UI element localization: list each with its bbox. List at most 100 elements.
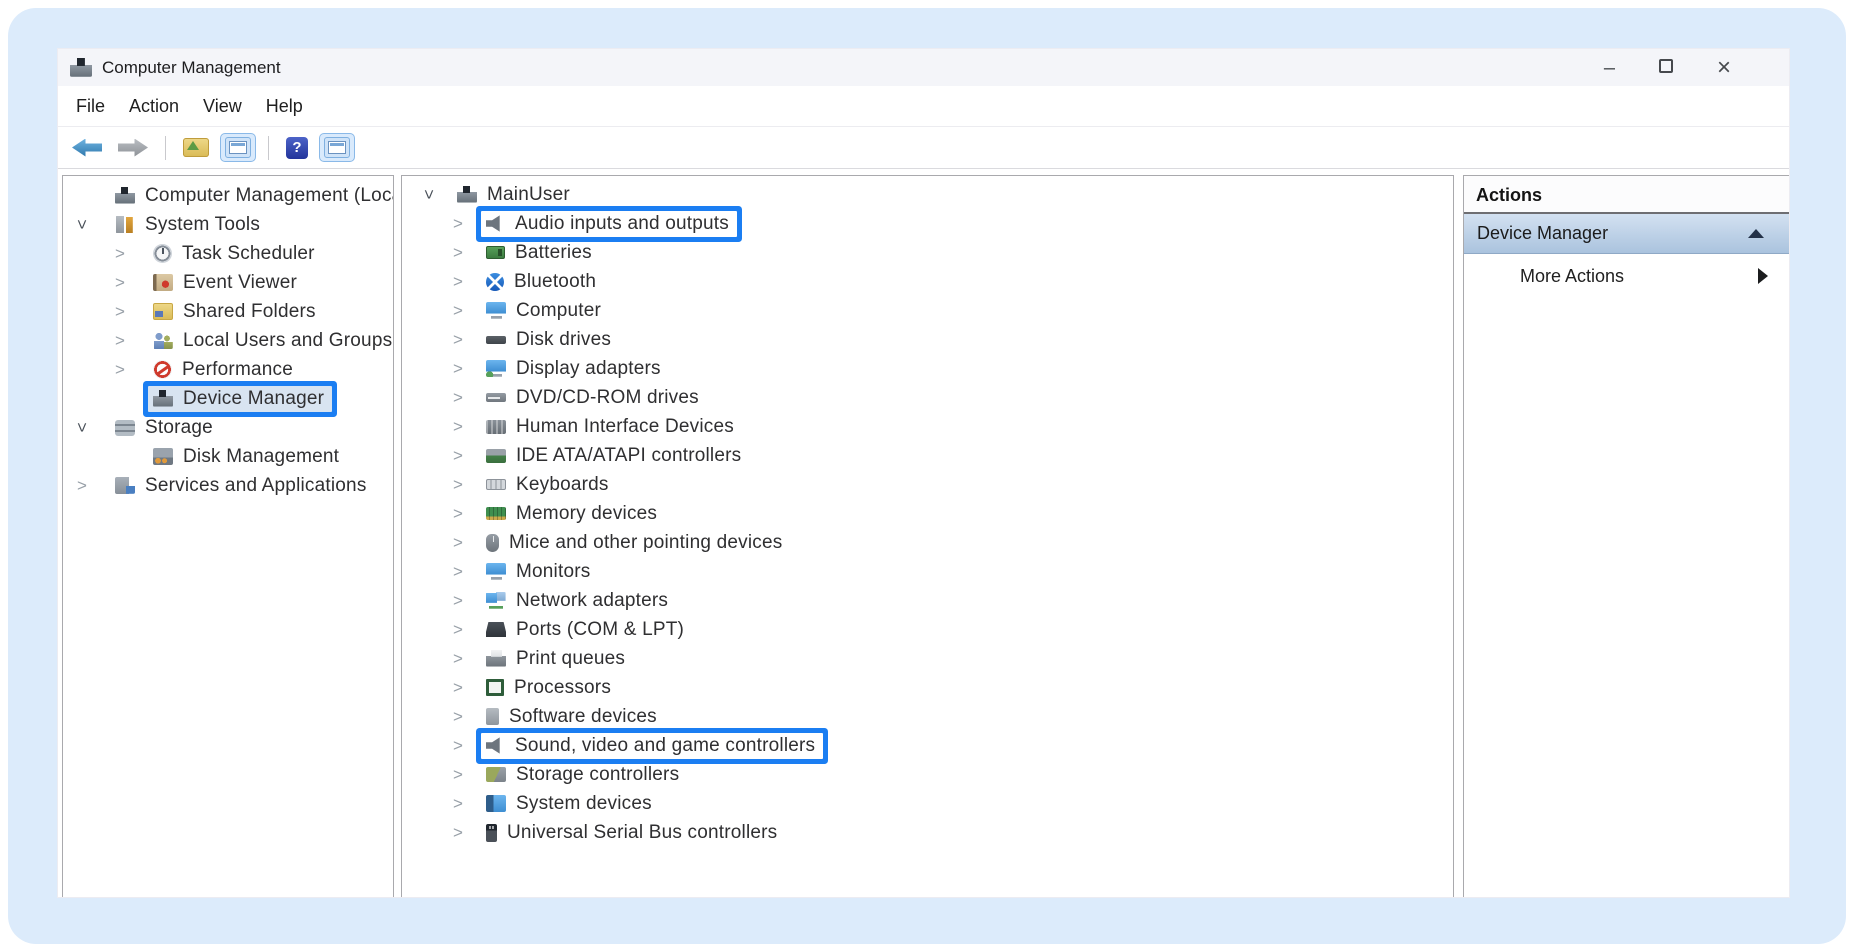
chevron-expanded-icon[interactable]: > <box>77 216 110 233</box>
tree-item-computer-management-local[interactable]: Computer Management (Local <box>63 181 393 210</box>
chevron-collapsed-icon[interactable]: > <box>453 621 481 638</box>
tree-item-label: Storage controllers <box>516 764 679 786</box>
more-actions-label: More Actions <box>1520 266 1624 287</box>
storage-controller-icon <box>486 767 506 782</box>
tree-item-mainuser[interactable]: >MainUser <box>402 180 1453 209</box>
menu-item-action[interactable]: Action <box>129 96 179 117</box>
toolbar-button-show-console-tree[interactable] <box>221 134 255 161</box>
tree-item-disk-management[interactable]: Disk Management <box>63 442 393 471</box>
tree-item-event-viewer[interactable]: >Event Viewer <box>63 268 393 297</box>
tree-item-dvd-cd-rom-drives[interactable]: >DVD/CD-ROM drives <box>402 383 1453 412</box>
tree-item-shared-folders[interactable]: >Shared Folders <box>63 297 393 326</box>
chevron-glyph: > <box>453 824 463 841</box>
minimize-button[interactable]: – <box>1604 58 1615 78</box>
tree-item-services-and-applications[interactable]: >Services and Applications <box>63 471 393 500</box>
window-title: Computer Management <box>102 58 281 78</box>
chevron-glyph: > <box>453 650 463 667</box>
tree-item-computer[interactable]: >Computer <box>402 296 1453 325</box>
menu-item-view[interactable]: View <box>203 96 242 117</box>
chevron-collapsed-icon[interactable]: > <box>453 824 481 841</box>
chevron-glyph: > <box>453 534 463 551</box>
tree-item-software-devices[interactable]: >Software devices <box>402 702 1453 731</box>
chevron-collapsed-icon[interactable]: > <box>453 505 481 522</box>
tree-item-system-devices[interactable]: >System devices <box>402 789 1453 818</box>
chevron-collapsed-icon[interactable]: > <box>453 679 481 696</box>
tree-item-universal-serial-bus-controllers[interactable]: > Universal Serial Bus controllers <box>402 818 1453 847</box>
chevron-collapsed-icon[interactable]: > <box>453 476 481 493</box>
tree-item-print-queues[interactable]: >Print queues <box>402 644 1453 673</box>
chevron-collapsed-icon[interactable]: > <box>453 592 481 609</box>
toolbar-button-forward-arrow[interactable] <box>114 136 152 160</box>
tree-item-sound-video-and-game-controllers[interactable]: > Sound, video and game controllers <box>402 731 1453 760</box>
tree-item-label: Universal Serial Bus controllers <box>507 822 777 844</box>
chevron-collapsed-icon[interactable]: > <box>453 708 481 725</box>
chevron-collapsed-icon[interactable]: > <box>453 563 481 580</box>
tree-item-system-tools[interactable]: >System Tools <box>63 210 393 239</box>
close-button[interactable]: × <box>1717 56 1731 80</box>
chevron-collapsed-icon[interactable]: > <box>453 215 481 232</box>
tree-item-storage[interactable]: >Storage <box>63 413 393 442</box>
chevron-collapsed-icon[interactable]: > <box>453 360 481 377</box>
chevron-collapsed-icon[interactable]: > <box>453 447 481 464</box>
chevron-collapsed-icon[interactable]: > <box>453 534 481 551</box>
chevron-expanded-icon[interactable]: > <box>77 419 110 436</box>
chevron-glyph: > <box>453 737 463 754</box>
more-actions-item[interactable]: More Actions <box>1464 254 1790 298</box>
tree-item-ide-ata-atapi-controllers[interactable]: >IDE ATA/ATAPI controllers <box>402 441 1453 470</box>
tree-item-core: IDE ATA/ATAPI controllers <box>481 443 749 469</box>
toolbar-button-up-folder[interactable] <box>179 135 213 160</box>
tree-item-label: Computer Management (Local <box>145 185 394 207</box>
chevron-collapsed-icon[interactable]: > <box>453 650 481 667</box>
chevron-collapsed-icon[interactable]: > <box>453 273 481 290</box>
tree-item-audio-inputs-and-outputs[interactable]: >Audio inputs and outputs <box>402 209 1453 238</box>
tree-item-local-users-and-groups[interactable]: >Local Users and Groups <box>63 326 393 355</box>
tree-item-ports-com-lpt[interactable]: >Ports (COM & LPT) <box>402 615 1453 644</box>
chevron-collapsed-icon[interactable]: > <box>453 737 481 754</box>
chevron-collapsed-icon[interactable]: > <box>115 245 148 262</box>
tree-item-network-adapters[interactable]: >Network adapters <box>402 586 1453 615</box>
chevron-collapsed-icon[interactable]: > <box>115 332 148 349</box>
actions-section-device-manager[interactable]: Device Manager <box>1464 214 1790 254</box>
tree-item-task-scheduler[interactable]: >Task Scheduler <box>63 239 393 268</box>
chevron-collapsed-icon[interactable]: > <box>115 274 148 291</box>
tree-item-device-manager[interactable]: Device Manager <box>63 384 393 413</box>
tree-item-core: Computer Management (Local <box>110 183 394 209</box>
chevron-collapsed-icon[interactable]: > <box>77 477 110 494</box>
tree-item-performance[interactable]: >Performance <box>63 355 393 384</box>
chevron-collapsed-icon[interactable]: > <box>453 795 481 812</box>
submenu-arrow-icon <box>1758 268 1768 284</box>
computer-management-window: Computer Management – × File Action View… <box>57 48 1790 898</box>
tree-item-processors[interactable]: >Processors <box>402 673 1453 702</box>
tree-item-human-interface-devices[interactable]: >Human Interface Devices <box>402 412 1453 441</box>
window-controls: – × <box>1604 56 1789 80</box>
tree-item-monitors[interactable]: >Monitors <box>402 557 1453 586</box>
chevron-collapsed-icon[interactable]: > <box>453 331 481 348</box>
tree-item-keyboards[interactable]: >Keyboards <box>402 470 1453 499</box>
menu-item-help[interactable]: Help <box>266 96 303 117</box>
chevron-collapsed-icon[interactable]: > <box>453 389 481 406</box>
tree-item-bluetooth[interactable]: >Bluetooth <box>402 267 1453 296</box>
tree-item-display-adapters[interactable]: >Display adapters <box>402 354 1453 383</box>
toolbar-button-back-arrow[interactable] <box>68 136 106 160</box>
toolbar-button-help[interactable]: ? <box>282 134 312 162</box>
toolbar-button-show-action-pane[interactable] <box>320 134 354 161</box>
maximize-button[interactable] <box>1659 59 1673 77</box>
tree-item-core: Human Interface Devices <box>481 414 742 440</box>
collapse-section-icon[interactable] <box>1748 229 1764 238</box>
chevron-expanded-icon[interactable]: > <box>424 186 452 203</box>
chevron-collapsed-icon[interactable]: > <box>115 361 148 378</box>
chevron-collapsed-icon[interactable]: > <box>453 418 481 435</box>
menu-item-file[interactable]: File <box>76 96 105 117</box>
tree-item-batteries[interactable]: >Batteries <box>402 238 1453 267</box>
tree-item-storage-controllers[interactable]: > Storage controllers <box>402 760 1453 789</box>
event-viewer-icon <box>153 274 173 291</box>
tree-item-memory-devices[interactable]: >Memory devices <box>402 499 1453 528</box>
chevron-collapsed-icon[interactable]: > <box>115 303 148 320</box>
tree-item-mice-and-other-pointing-devices[interactable]: >Mice and other pointing devices <box>402 528 1453 557</box>
tree-item-core: Sound, video and game controllers <box>481 733 823 759</box>
chevron-collapsed-icon[interactable]: > <box>453 766 481 783</box>
chevron-collapsed-icon[interactable]: > <box>453 244 481 261</box>
tree-item-disk-drives[interactable]: >Disk drives <box>402 325 1453 354</box>
chevron-collapsed-icon[interactable]: > <box>453 302 481 319</box>
tree-item-core: Network adapters <box>481 588 676 614</box>
